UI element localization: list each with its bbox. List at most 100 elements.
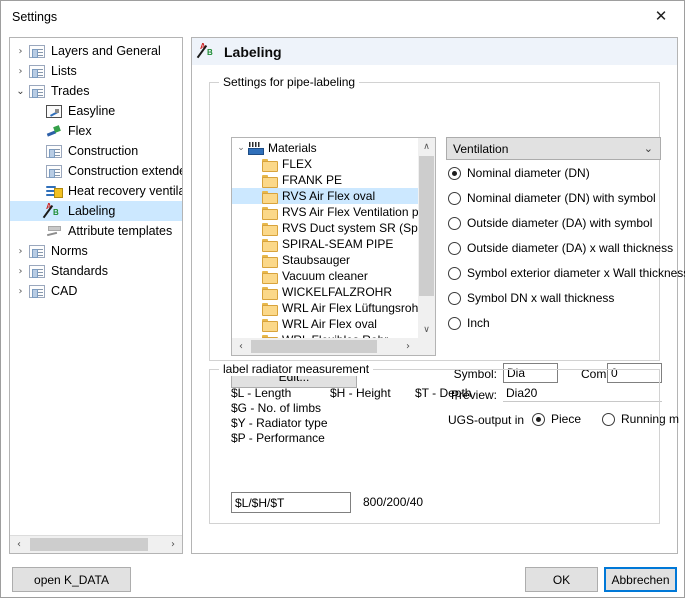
page-icon (29, 264, 45, 278)
chevron-right-icon[interactable]: › (12, 246, 29, 257)
materials-tree-item-label: Vacuum cleaner (282, 269, 368, 283)
sidebar-item-attribute-templates[interactable]: Attribute templates (10, 221, 182, 241)
radio-label: Outside diameter (DA) with symbol (467, 216, 653, 230)
sidebar-item-label: Construction (68, 144, 139, 158)
materials-tree-item[interactable]: WRL Air Flex oval (232, 316, 419, 332)
radio-label-format-1[interactable]: Nominal diameter (DN) with symbol (448, 191, 656, 205)
materials-tree-item-label: Staubsauger (282, 253, 351, 267)
settings-tree-panel: › Layers and General › Lists ⌄ Trades Easyline… (9, 37, 183, 554)
page-title: Labeling (224, 43, 282, 60)
settings-dialog: Settings ✕ › Layers and General › Lists ⌄ Tra… (0, 0, 685, 598)
radio-button-icon[interactable] (448, 266, 461, 280)
radio-button-icon[interactable] (448, 166, 461, 180)
radiator-legend-entry: $H - Height (330, 386, 391, 400)
tree-horizontal-scrollbar[interactable]: ‹ › (10, 535, 182, 553)
chevron-right-icon[interactable]: › (12, 46, 29, 57)
tree-hscroll-thumb[interactable] (30, 538, 148, 551)
close-icon[interactable]: ✕ (638, 1, 684, 31)
materials-tree-item[interactable]: RVS Duct system SR (Spiral) (232, 220, 419, 236)
scroll-right-icon[interactable]: › (164, 536, 182, 553)
radio-button-icon[interactable] (448, 316, 461, 330)
materials-tree-item[interactable]: WRL Air Flex Lüftungsrohr (232, 300, 419, 316)
materials-tree-item[interactable]: WICKELFALZROHR (232, 284, 419, 300)
content-header: Labeling (192, 38, 677, 65)
materials-tree-item[interactable]: RVS Air Flex Ventilation pipe (232, 204, 419, 220)
materials-tree-item-label: FLEX (282, 157, 313, 171)
materials-tree-item[interactable]: Staubsauger (232, 252, 419, 268)
page-icon (29, 64, 45, 78)
materials-tree-item-label: FRANK PE (282, 173, 343, 187)
materials-tree-item[interactable]: FLEX (232, 156, 419, 172)
radiator-legend-entry: $Y - Radiator type (231, 416, 328, 430)
scroll-down-icon[interactable]: ∨ (418, 321, 435, 338)
scroll-right-icon[interactable]: › (399, 338, 417, 355)
radio-label-format-0[interactable]: Nominal diameter (DN) (448, 166, 590, 180)
materials-vscroll-thumb[interactable] (419, 156, 434, 296)
folder-icon (262, 318, 278, 332)
sidebar-item-label: Labeling (68, 204, 116, 218)
ok-button[interactable]: OK (525, 567, 598, 592)
radio-label: Symbol exterior diameter x Wall thicknes… (467, 266, 685, 280)
radiator-format-input[interactable]: $L/$H/$T (231, 492, 351, 513)
cancel-button[interactable]: Abbrechen (604, 567, 677, 592)
scroll-left-icon[interactable]: ‹ (232, 338, 250, 355)
radio-label-format-2[interactable]: Outside diameter (DA) with symbol (448, 216, 652, 230)
chevron-right-icon[interactable]: › (12, 266, 29, 277)
sidebar-item-labeling[interactable]: Labeling (10, 201, 182, 221)
open-kdata-button[interactable]: open K_DATA (12, 567, 131, 592)
scroll-up-icon[interactable]: ∧ (418, 138, 435, 155)
sidebar-item-construction-extended[interactable]: Construction extended (10, 161, 182, 181)
chevron-right-icon[interactable]: › (12, 66, 29, 77)
page-icon (29, 244, 45, 258)
radiator-groupbox-title: label radiator measurement (219, 362, 374, 376)
materials-tree-item[interactable]: FRANK PE (232, 172, 419, 188)
radio-label-format-5[interactable]: Symbol DN x wall thickness (448, 291, 614, 305)
sidebar-item-easyline[interactable]: Easyline (10, 101, 182, 121)
sidebar-item-standards[interactable]: › Standards (10, 261, 182, 281)
pipe-labeling-groupbox: Settings for pipe-labeling ⌄ Materials FLE… (209, 75, 685, 427)
sidebar-item-layers-and-general[interactable]: › Layers and General (10, 41, 182, 61)
sidebar-item-norms[interactable]: › Norms (10, 241, 182, 261)
page-icon (29, 44, 45, 58)
radio-label-format-6[interactable]: Inch (448, 316, 490, 330)
radio-label-format-3[interactable]: Outside diameter (DA) x wall thickness (448, 241, 673, 255)
page-icon (29, 84, 45, 98)
materials-tree-item[interactable]: Vacuum cleaner (232, 268, 419, 284)
trade-combo[interactable]: Ventilation ⌄ (446, 137, 661, 160)
page-icon (29, 284, 45, 298)
chevron-right-icon[interactable]: › (12, 286, 29, 297)
materials-hscroll-thumb[interactable] (251, 340, 377, 353)
radio-button-icon[interactable] (448, 216, 461, 230)
sidebar-item-lists[interactable]: › Lists (10, 61, 182, 81)
materials-horizontal-scrollbar[interactable]: ‹ › (232, 338, 435, 355)
radio-button-icon[interactable] (448, 291, 461, 305)
chevron-down-icon[interactable]: ⌄ (234, 143, 248, 153)
materials-root-node[interactable]: ⌄ Materials (232, 140, 419, 156)
trade-combo-value: Ventilation (453, 141, 509, 156)
materials-icon (248, 141, 264, 155)
sidebar-item-cad[interactable]: › CAD (10, 281, 182, 301)
page-icon (46, 164, 62, 178)
tree-hscroll-track[interactable] (28, 536, 164, 553)
scroll-left-icon[interactable]: ‹ (10, 536, 28, 553)
chevron-down-icon[interactable]: ⌄ (644, 142, 653, 155)
chevron-down-icon[interactable]: ⌄ (12, 86, 29, 97)
folder-icon (262, 238, 278, 252)
sidebar-item-trades[interactable]: ⌄ Trades (10, 81, 182, 101)
sidebar-item-heat-recovery-ventilation[interactable]: Heat recovery ventilation (10, 181, 182, 201)
sidebar-item-construction[interactable]: Construction (10, 141, 182, 161)
radio-button-icon[interactable] (448, 191, 461, 205)
materials-vertical-scrollbar[interactable]: ∧ ∨ (418, 138, 435, 338)
materials-tree-item[interactable]: RVS Air Flex oval (232, 188, 419, 204)
radio-label-format-4[interactable]: Symbol exterior diameter x Wall thicknes… (448, 266, 685, 280)
materials-tree-item-label: RVS Air Flex oval (282, 189, 376, 203)
sidebar-item-label: Standards (51, 264, 108, 278)
materials-tree: ⌄ Materials FLEX FRANK PE RVS Air Flex oval R… (232, 140, 419, 348)
easyline-icon (46, 104, 62, 118)
materials-tree-item[interactable]: SPIRAL-SEAM PIPE (232, 236, 419, 252)
radio-button-icon[interactable] (448, 241, 461, 255)
sidebar-item-flex[interactable]: Flex (10, 121, 182, 141)
materials-root-label: Materials (268, 141, 317, 155)
sidebar-item-label: Attribute templates (68, 224, 173, 238)
radiator-legend-entry: $G - No. of limbs (231, 401, 322, 415)
